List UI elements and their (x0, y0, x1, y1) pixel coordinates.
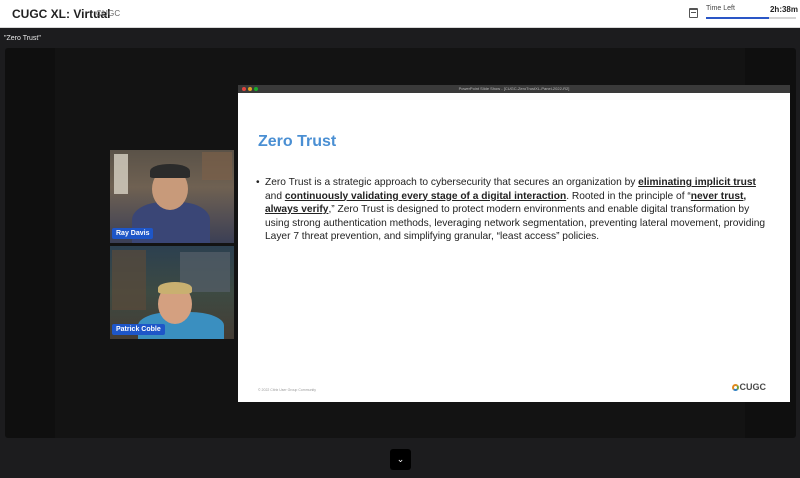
calendar-icon[interactable] (689, 8, 698, 18)
participant-video-2[interactable]: Patrick Coble (110, 246, 234, 339)
slide-bullet: • Zero Trust is a strategic approach to … (256, 176, 774, 244)
slide-body-text: Zero Trust is a strategic approach to cy… (265, 177, 766, 242)
slide-footer: © 2022 Citrix User Group Community (258, 388, 317, 392)
wall-decor (202, 152, 232, 180)
session-title: "Zero Trust" (4, 35, 41, 42)
top-bar: CUGC XL: Virtual CUGC Time Left 2h:38m (0, 0, 800, 28)
participant-hair (158, 282, 192, 294)
headphones (150, 164, 190, 178)
window-title: PowerPoint Slide Show - [CUGC-ZeroTrustX… (458, 86, 570, 91)
time-left-progress (706, 17, 796, 19)
cugc-logo-icon (731, 384, 739, 391)
time-left-value: 2h:38m (769, 5, 798, 14)
participant-video-1[interactable]: Ray Davis (110, 150, 234, 243)
window-decor (114, 154, 128, 194)
time-left-label: Time Left (706, 5, 735, 12)
stage-content: Ray Davis Patrick Coble PowerPoint Slide… (55, 48, 790, 438)
participant-name-tag: Patrick Coble (112, 324, 165, 335)
bookshelf (112, 250, 146, 310)
participant-name-tag: Ray Davis (112, 228, 154, 239)
video-stage: Ray Davis Patrick Coble PowerPoint Slide… (5, 48, 796, 438)
slide-heading: Zero Trust (258, 133, 337, 150)
bullet-icon: • (256, 177, 260, 188)
emphasis-text: continuously validating every stage of a… (284, 190, 567, 202)
emphasis-text: eliminating implicit trust (638, 177, 756, 188)
expand-button[interactable]: ⌄ (390, 449, 411, 470)
org-label: CUGC (96, 9, 121, 18)
cugc-logo: CUGC (731, 382, 766, 392)
time-left-progress-fill (706, 17, 769, 19)
window-titlebar: PowerPoint Slide Show - [CUGC-ZeroTrustX… (238, 85, 790, 93)
chevron-down-icon: ⌄ (396, 454, 405, 464)
shared-screen: PowerPoint Slide Show - [CUGC-ZeroTrustX… (238, 85, 790, 402)
